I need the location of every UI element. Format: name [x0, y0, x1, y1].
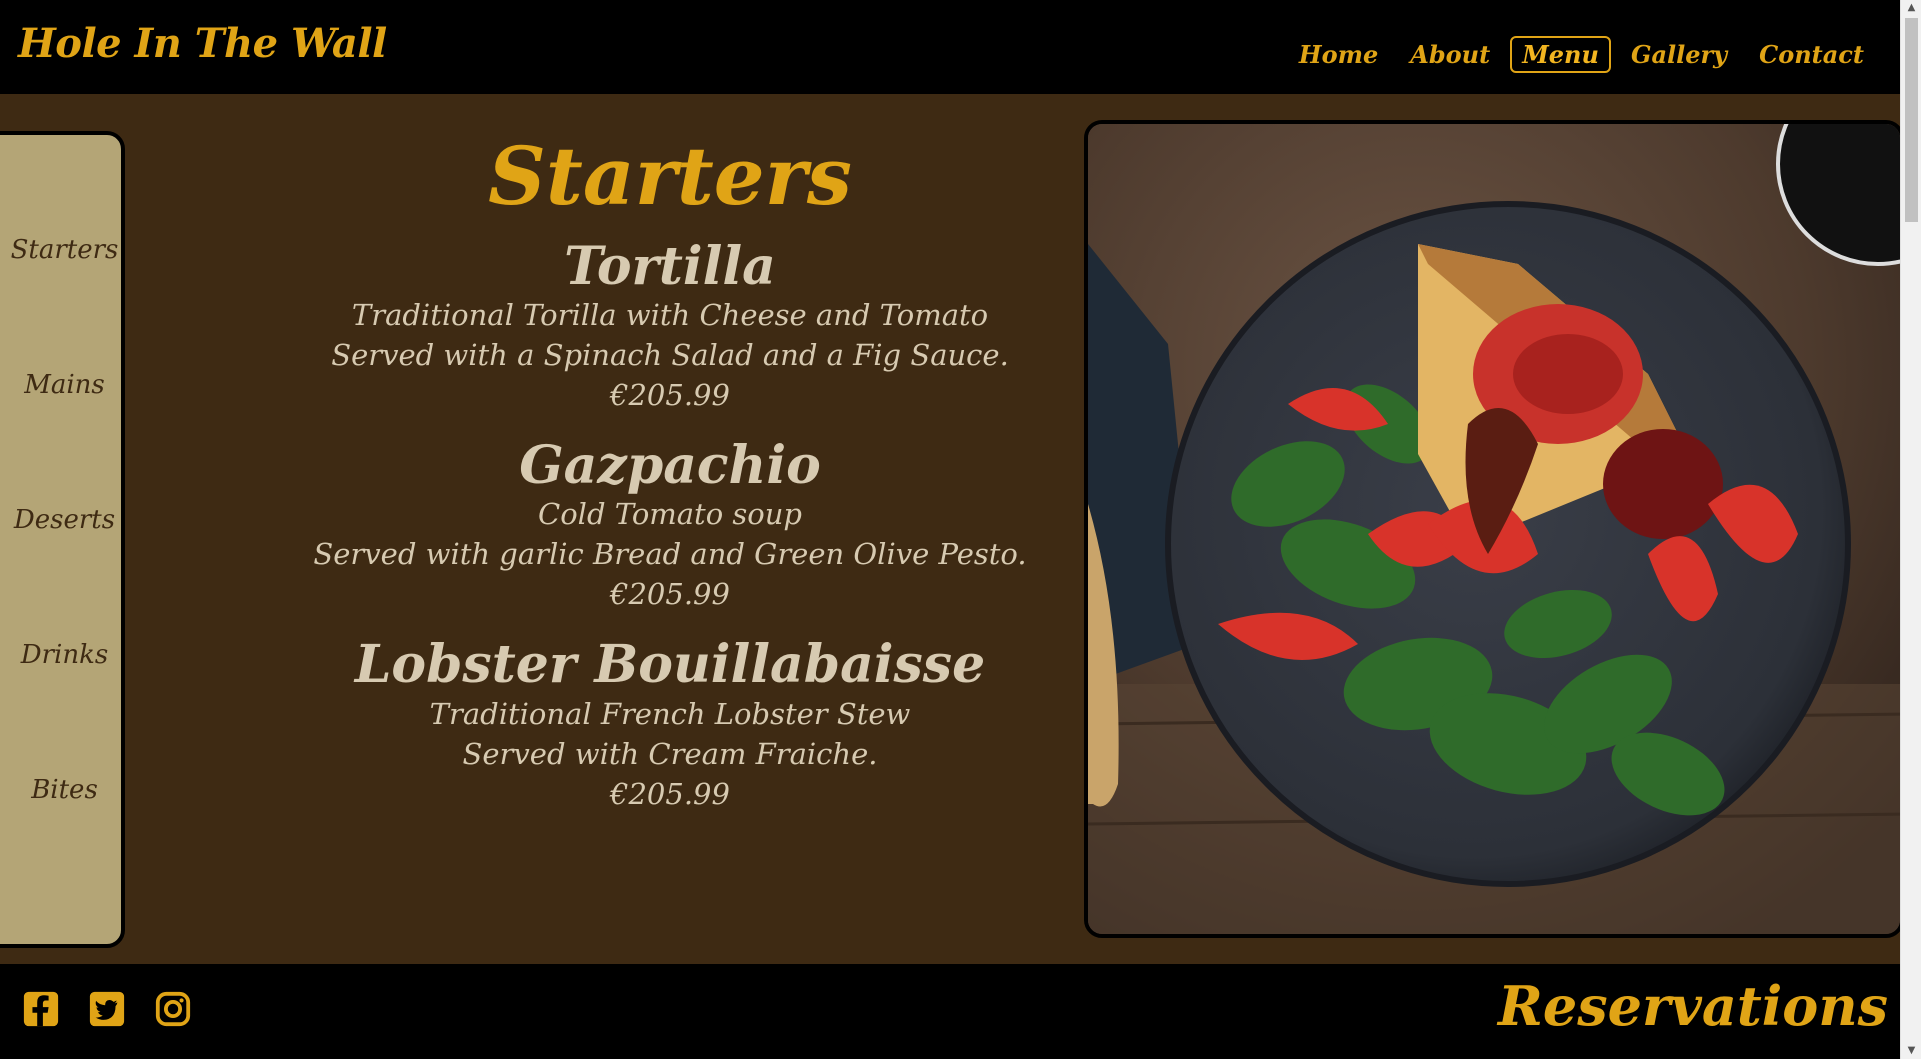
sidebar-item-mains[interactable]: Mains	[4, 370, 125, 400]
nav-contact[interactable]: Contact	[1747, 36, 1876, 73]
sidebar-item-starters[interactable]: Starters	[4, 235, 125, 265]
section-title: Starters	[488, 129, 852, 223]
dish-name: Gazpachio	[519, 435, 821, 497]
menu-category-sidebar: Starters Mains Deserts Drinks Bites	[0, 131, 125, 948]
instagram-icon[interactable]	[154, 990, 192, 1028]
nav-menu[interactable]: Menu	[1510, 36, 1611, 73]
nav-gallery[interactable]: Gallery	[1619, 36, 1739, 73]
dish-price: €205.99	[610, 776, 730, 811]
menu-content: Starters Tortilla Traditional Torilla wi…	[270, 130, 1070, 836]
dish-price: €205.99	[610, 577, 730, 612]
page: Hole In The Wall Home About Menu Gallery…	[0, 0, 1921, 1059]
dish-name: Lobster Bouillabaisse	[354, 634, 986, 696]
dish-description: Traditional French Lobster Stew	[429, 696, 911, 731]
vertical-scrollbar[interactable]: ▲ ▼	[1900, 0, 1921, 1059]
facebook-icon[interactable]	[22, 990, 60, 1028]
sidebar-item-deserts[interactable]: Deserts	[4, 505, 125, 535]
dish-serving: Served with garlic Bread and Green Olive…	[313, 537, 1027, 572]
nav-about[interactable]: About	[1398, 36, 1502, 73]
food-photo	[1084, 120, 1904, 938]
scroll-down-arrow-icon[interactable]: ▼	[1901, 1043, 1921, 1059]
dish-description: Traditional Torilla with Cheese and Toma…	[351, 298, 989, 333]
scroll-up-arrow-icon[interactable]: ▲	[1901, 0, 1921, 16]
menu-item: Lobster Bouillabaisse Traditional French…	[270, 636, 1070, 813]
dish-price: €205.99	[610, 378, 730, 413]
sidebar-item-bites[interactable]: Bites	[4, 775, 125, 805]
reservations-link[interactable]: Reservations	[1498, 974, 1888, 1038]
menu-item: Gazpachio Cold Tomato soup Served with g…	[270, 437, 1070, 614]
sidebar-item-drinks[interactable]: Drinks	[4, 640, 125, 670]
footer: Reservations	[0, 964, 1900, 1059]
menu-item: Tortilla Traditional Torilla with Cheese…	[270, 238, 1070, 415]
main-nav: Home About Menu Gallery Contact	[1287, 36, 1876, 73]
brand-logo-text[interactable]: Hole In The Wall	[18, 20, 387, 67]
food-photo-icon	[1088, 124, 1900, 934]
header: Hole In The Wall Home About Menu Gallery…	[0, 0, 1900, 94]
twitter-icon[interactable]	[88, 990, 126, 1028]
social-links	[22, 990, 192, 1028]
dish-serving: Served with Cream Fraiche.	[462, 736, 878, 771]
dish-name: Tortilla	[564, 236, 776, 297]
nav-home[interactable]: Home	[1287, 36, 1390, 73]
dish-description: Cold Tomato soup	[538, 497, 802, 532]
dish-serving: Served with a Spinach Salad and a Fig Sa…	[331, 338, 1009, 373]
scrollbar-thumb[interactable]	[1905, 18, 1918, 222]
